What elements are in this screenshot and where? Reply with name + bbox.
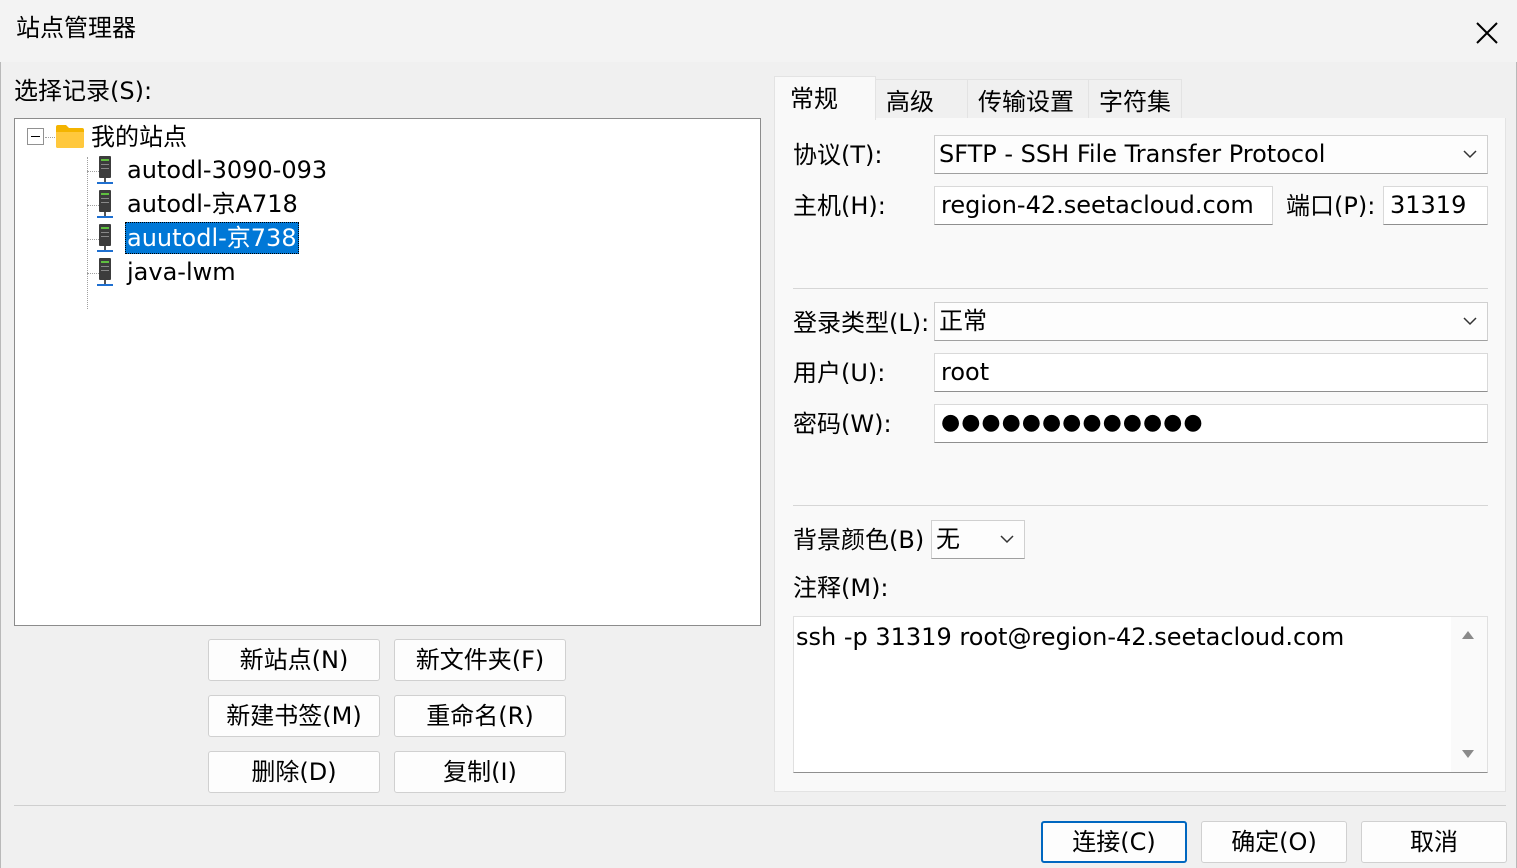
chevron-down-icon (1463, 150, 1477, 159)
select-entry-label: 选择记录(S): (14, 77, 153, 105)
tree-root-label: 我的站点 (91, 123, 187, 151)
new-folder-button[interactable]: 新文件夹(F) (394, 639, 566, 681)
collapse-toggle[interactable] (27, 128, 44, 145)
protocol-label: 协议(T): (793, 141, 883, 169)
tab-transfer-settings[interactable]: 传输设置 (967, 79, 1089, 118)
connect-button[interactable]: 连接(C) (1041, 821, 1187, 863)
tree-item-label: autodl-3090-093 (127, 156, 328, 184)
tree-root-my-sites[interactable]: 我的站点 (89, 121, 189, 153)
close-icon (1476, 22, 1498, 44)
rename-button[interactable]: 重命名(R) (394, 695, 566, 737)
background-color-label: 背景颜色(B) (793, 526, 925, 554)
tab-charset[interactable]: 字符集 (1088, 79, 1182, 118)
window-title: 站点管理器 (16, 14, 136, 42)
host-input[interactable]: region-42.seetacloud.com (934, 186, 1273, 225)
folder-icon (56, 125, 84, 148)
footer-divider (14, 805, 1506, 806)
tree-item-label: auutodl-京738 (125, 222, 299, 254)
ok-button[interactable]: 确定(O) (1201, 821, 1347, 863)
tab-general[interactable]: 常规 (774, 76, 876, 120)
chevron-down-icon (1463, 317, 1477, 326)
protocol-value: SFTP - SSH File Transfer Protocol (939, 140, 1326, 168)
tree-item-label: autodl-京A718 (127, 190, 298, 218)
user-label: 用户(U): (793, 359, 886, 387)
scroll-up-icon[interactable] (1462, 631, 1474, 639)
new-site-button[interactable]: 新站点(N) (208, 639, 380, 681)
server-icon (97, 156, 113, 184)
server-icon (97, 224, 113, 252)
tree-connector (87, 157, 88, 309)
new-bookmark-button[interactable]: 新建书签(M) (208, 695, 380, 737)
server-icon (97, 190, 113, 218)
background-color-value: 无 (936, 525, 960, 553)
server-icon (97, 258, 113, 286)
copy-button[interactable]: 复制(I) (394, 751, 566, 793)
section-divider (793, 288, 1488, 289)
notes-text: ssh -p 31319 root@region-42.seetacloud.c… (796, 623, 1345, 651)
tree-item-label: java-lwm (127, 258, 236, 286)
user-input[interactable]: root (934, 353, 1488, 392)
scroll-down-icon[interactable] (1462, 750, 1474, 758)
close-button[interactable] (1462, 8, 1512, 58)
password-label: 密码(W): (793, 410, 892, 438)
logon-type-label: 登录类型(L): (793, 309, 930, 337)
cancel-button[interactable]: 取消 (1361, 821, 1507, 863)
notes-label: 注释(M): (793, 574, 889, 602)
logon-type-select[interactable]: 正常 (934, 302, 1488, 341)
port-label: 端口(P): (1286, 192, 1376, 220)
host-label: 主机(H): (793, 192, 886, 220)
logon-type-value: 正常 (939, 307, 987, 335)
port-input[interactable]: 31319 (1383, 186, 1488, 225)
delete-button[interactable]: 删除(D) (208, 751, 380, 793)
tab-advanced[interactable]: 高级 (875, 79, 968, 118)
chevron-down-icon (1000, 535, 1014, 544)
site-tree[interactable]: 我的站点 autodl-3090-093 autodl-京A718 auutod… (14, 118, 761, 626)
password-input[interactable]: ●●●●●●●●●●●●● (934, 404, 1488, 443)
notes-scrollbar[interactable] (1451, 617, 1487, 772)
protocol-select[interactable]: SFTP - SSH File Transfer Protocol (934, 135, 1488, 174)
notes-textarea[interactable]: ssh -p 31319 root@region-42.seetacloud.c… (793, 616, 1488, 773)
title-bar[interactable]: 站点管理器 (0, 0, 1517, 62)
section-divider (793, 505, 1488, 506)
background-color-select[interactable]: 无 (931, 520, 1025, 559)
